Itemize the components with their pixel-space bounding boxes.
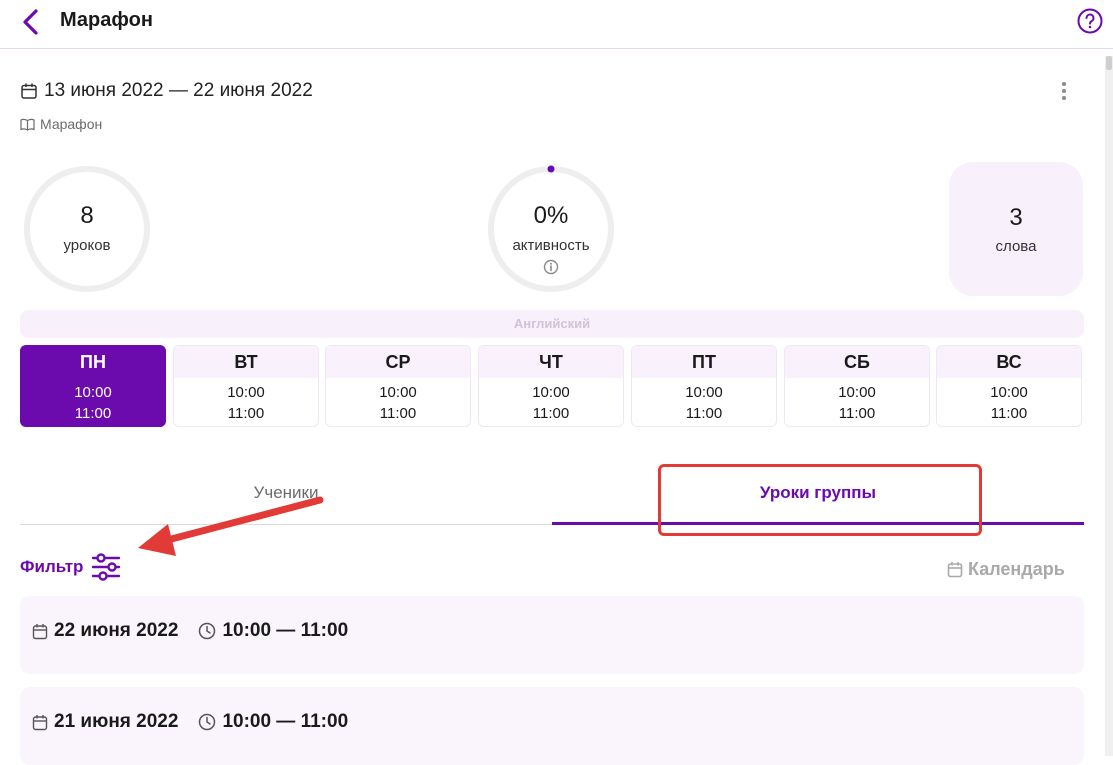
lessons-count: 8 [80,202,94,229]
lessons-stat: 8 уроков [23,165,151,293]
schedule-start-time: 10:00 [74,384,112,401]
book-icon [20,118,35,131]
calendar-label: Календарь [968,559,1065,579]
activity-progress-dot [547,165,555,173]
schedule-day[interactable]: СБ 10:00 11:00 [784,345,930,427]
scrollbar-track[interactable] [1105,56,1113,756]
schedule-start-time: 10:00 [685,384,723,401]
schedule-end-time: 11:00 [74,405,112,422]
calendar-icon [21,83,37,99]
annotation-arrow-icon [138,496,324,556]
schedule-start-time: 10:00 [838,384,876,401]
lesson-card[interactable]: 21 июня 2022 10:00 — 11:00 [20,687,1084,765]
schedule-start-time: 10:00 [379,384,417,401]
schedule-day-label: ВС [937,346,1081,378]
schedule-day-label: ПН [80,352,106,372]
schedule-day-label: СБ [785,346,929,378]
course-date-range: 13 июня 2022 — 22 июня 2022 [20,78,313,104]
sliders-icon [92,553,121,581]
clock-icon [199,713,216,731]
date-range-text: 13 июня 2022 — 22 июня 2022 [44,80,313,101]
clock-icon [199,622,216,640]
lesson-date: 22 июня 2022 [54,620,179,641]
schedule-day[interactable]: ПН 10:00 11:00 [20,345,166,427]
chevron-left-icon[interactable] [18,8,44,36]
weekly-schedule: ПН 10:00 11:00 ВТ 10:00 11:00 СР 10:00 11:00 ЧТ 10… [20,345,1082,427]
more-vertical-icon[interactable] [1054,80,1074,102]
schedule-start-time: 10:00 [532,384,570,401]
schedule-end-time: 11:00 [532,405,570,422]
calendar-icon [947,562,963,578]
lessons-label: уроков [63,237,111,254]
schedule-end-time: 11:00 [379,405,417,422]
activity-label: активность [512,237,590,254]
schedule-day-label: ВТ [174,346,318,378]
page-title: Марафон [60,9,153,31]
schedule-end-time: 11:00 [685,405,723,422]
schedule-end-time: 11:00 [990,405,1028,422]
language-label: Английский [20,310,1084,338]
schedule-end-time: 11:00 [227,405,265,422]
help-circle-icon[interactable] [1077,8,1103,34]
lesson-time: 10:00 — 11:00 [222,711,349,732]
schedule-day[interactable]: ВТ 10:00 11:00 [173,345,319,427]
lesson-card[interactable]: 22 июня 2022 10:00 — 11:00 [20,596,1084,674]
words-count: 3 [1009,204,1023,231]
schedule-start-time: 10:00 [227,384,265,401]
schedule-day[interactable]: ПТ 10:00 11:00 [631,345,777,427]
schedule-day[interactable]: СР 10:00 11:00 [325,345,471,427]
annotation-highlight-box [658,464,982,536]
calendar-icon [32,714,48,730]
info-icon[interactable] [543,259,559,275]
words-stat: 3 слова [949,162,1083,296]
schedule-start-time: 10:00 [990,384,1028,401]
activity-value: 0% [533,202,569,229]
calendar-icon [32,623,48,639]
schedule-day[interactable]: ЧТ 10:00 11:00 [478,345,624,427]
top-bar: Марафон [0,0,1113,49]
scrollbar-thumb[interactable] [1106,56,1112,70]
schedule-day-label: ЧТ [479,346,623,378]
filter-label: Фильтр [20,557,84,576]
course-name: Марафон [20,116,102,132]
schedule-day-label: СР [326,346,470,378]
lesson-time: 10:00 — 11:00 [222,620,349,641]
schedule-day-label: ПТ [632,346,776,378]
course-name-text: Марафон [40,116,103,132]
filter-button[interactable]: Фильтр [20,553,121,581]
activity-stat: 0% активность [487,165,615,293]
schedule-day[interactable]: ВС 10:00 11:00 [936,345,1082,427]
schedule-end-time: 11:00 [838,405,876,422]
lesson-date: 21 июня 2022 [54,711,179,732]
words-label: слова [995,238,1037,255]
calendar-button[interactable]: Календарь [947,559,1065,580]
